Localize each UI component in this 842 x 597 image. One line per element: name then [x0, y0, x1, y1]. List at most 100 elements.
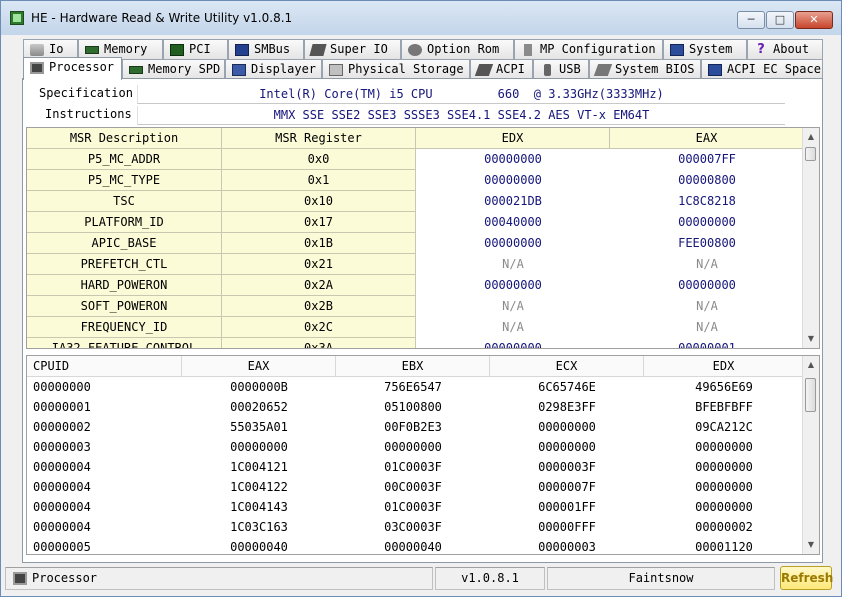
msr-row-description[interactable]: IA32_FEATURE_CONTROL	[27, 338, 222, 348]
msr-cell[interactable]: 1C8C8218	[610, 191, 804, 212]
cpuid-scroll-thumb[interactable]	[805, 378, 816, 412]
cpuid-cell[interactable]: 09CA212C	[644, 417, 804, 437]
msr-cell[interactable]: 000021DB	[416, 191, 610, 212]
msr-row-description[interactable]: SOFT_POWERON	[27, 296, 222, 317]
tab-usb[interactable]: USB	[533, 59, 589, 79]
msr-cell[interactable]: 0x2B	[222, 296, 416, 317]
msr-cell[interactable]: 0x10	[222, 191, 416, 212]
cpuid-cell[interactable]: 0000003F	[490, 457, 644, 477]
tab-displayer[interactable]: Displayer	[225, 59, 322, 79]
refresh-button[interactable]: Refresh	[780, 566, 833, 590]
msr-row-description[interactable]: FREQUENCY_ID	[27, 317, 222, 338]
cpuid-cell[interactable]: 00000000	[644, 497, 804, 517]
cpuid-row-leaf[interactable]: 00000001	[27, 397, 182, 417]
tab-about[interactable]: ? About	[747, 39, 823, 59]
cpuid-row-leaf[interactable]: 00000000	[27, 377, 182, 397]
cpuid-cell[interactable]: 0000000B	[182, 377, 336, 397]
cpuid-row-leaf[interactable]: 00000004	[27, 477, 182, 497]
tab-acpi[interactable]: ACPI	[470, 59, 533, 79]
tab-pci[interactable]: PCI	[163, 39, 228, 59]
cpuid-cell[interactable]: 01C0003F	[336, 497, 490, 517]
msr-row-description[interactable]: TSC	[27, 191, 222, 212]
tab-smbus[interactable]: SMBus	[228, 39, 304, 59]
cpuid-cell[interactable]: 00000000	[490, 437, 644, 457]
close-button[interactable]: ✕	[795, 11, 833, 29]
msr-row-description[interactable]: PREFETCH_CTL	[27, 254, 222, 275]
msr-cell[interactable]: 00000000	[610, 212, 804, 233]
tab-super-io[interactable]: Super IO	[304, 39, 401, 59]
cpuid-table[interactable]: CPUID EAX EBX ECX EDX 00000000 0000000B 75…	[26, 355, 820, 555]
msr-cell[interactable]: 0x17	[222, 212, 416, 233]
tab-acpi-ec-space[interactable]: ACPI EC Space	[701, 59, 823, 79]
msr-cell[interactable]: 0x21	[222, 254, 416, 275]
msr-row-description[interactable]: P5_MC_ADDR	[27, 149, 222, 170]
minimize-button[interactable]: ─	[737, 11, 765, 29]
msr-scrollbar[interactable]: ▲ ▼	[802, 128, 819, 348]
cpuid-cell[interactable]: 00C0003F	[336, 477, 490, 497]
msr-cell[interactable]: 000007FF	[610, 149, 804, 170]
msr-cell[interactable]: 00000800	[610, 170, 804, 191]
scroll-down-icon[interactable]: ▼	[803, 537, 819, 553]
msr-row-description[interactable]: APIC_BASE	[27, 233, 222, 254]
cpuid-cell[interactable]: 00000FFF	[490, 517, 644, 537]
scroll-up-icon[interactable]: ▲	[803, 357, 819, 373]
msr-cell[interactable]: N/A	[610, 254, 804, 275]
scroll-down-icon[interactable]: ▼	[803, 331, 819, 347]
cpuid-row-leaf[interactable]: 00000002	[27, 417, 182, 437]
cpuid-cell[interactable]: 1C004122	[182, 477, 336, 497]
tab-system[interactable]: System	[663, 39, 747, 59]
msr-cell[interactable]: N/A	[416, 317, 610, 338]
msr-cell[interactable]: 00040000	[416, 212, 610, 233]
cpuid-scrollbar[interactable]: ▲ ▼	[802, 356, 819, 554]
msr-cell[interactable]: N/A	[416, 296, 610, 317]
msr-cell[interactable]: N/A	[610, 317, 804, 338]
msr-cell[interactable]: 0x1	[222, 170, 416, 191]
cpuid-cell[interactable]: 00000002	[644, 517, 804, 537]
cpuid-cell[interactable]: 01C0003F	[336, 457, 490, 477]
cpuid-cell[interactable]: 05100800	[336, 397, 490, 417]
tab-memory-spd[interactable]: Memory SPD	[122, 59, 225, 79]
tab-physical-storage[interactable]: Physical Storage	[322, 59, 470, 79]
cpuid-cell[interactable]: 00000000	[644, 457, 804, 477]
msr-cell[interactable]: N/A	[610, 296, 804, 317]
msr-cell[interactable]: 0x2A	[222, 275, 416, 296]
cpuid-cell[interactable]: 00001120	[644, 537, 804, 554]
cpuid-cell[interactable]: 00000000	[644, 437, 804, 457]
tab-option-rom[interactable]: Option Rom	[401, 39, 514, 59]
cpuid-cell[interactable]: 1C004121	[182, 457, 336, 477]
msr-row-description[interactable]: PLATFORM_ID	[27, 212, 222, 233]
cpuid-row-leaf[interactable]: 00000003	[27, 437, 182, 457]
cpuid-cell[interactable]: 00000000	[644, 477, 804, 497]
cpuid-cell[interactable]: 1C004143	[182, 497, 336, 517]
cpuid-cell[interactable]: 00000040	[336, 537, 490, 554]
cpuid-cell[interactable]: BFEBFBFF	[644, 397, 804, 417]
msr-cell[interactable]: 00000000	[416, 338, 610, 348]
cpuid-cell[interactable]: 03C0003F	[336, 517, 490, 537]
msr-cell[interactable]: 0x2C	[222, 317, 416, 338]
cpuid-row-leaf[interactable]: 00000005	[27, 537, 182, 554]
msr-cell[interactable]: 0x3A	[222, 338, 416, 348]
msr-cell[interactable]: 0x0	[222, 149, 416, 170]
tab-io[interactable]: Io	[23, 39, 78, 59]
cpuid-cell[interactable]: 00000000	[336, 437, 490, 457]
scroll-up-icon[interactable]: ▲	[803, 129, 819, 145]
msr-scroll-thumb[interactable]	[805, 147, 816, 161]
msr-cell[interactable]: 00000000	[416, 170, 610, 191]
cpuid-cell[interactable]: 49656E69	[644, 377, 804, 397]
cpuid-row-leaf[interactable]: 00000004	[27, 457, 182, 477]
msr-cell[interactable]: 00000000	[610, 275, 804, 296]
cpuid-cell[interactable]: 756E6547	[336, 377, 490, 397]
cpuid-cell[interactable]: 6C65746E	[490, 377, 644, 397]
tab-processor[interactable]: Processor	[23, 57, 122, 80]
msr-table[interactable]: MSR Description MSR Register EDX EAX P5_…	[26, 127, 820, 349]
maximize-button[interactable]: □	[766, 11, 794, 29]
cpuid-cell[interactable]: 00000003	[490, 537, 644, 554]
msr-cell[interactable]: 00000000	[416, 233, 610, 254]
msr-cell[interactable]: 00000000	[416, 275, 610, 296]
msr-cell[interactable]: 00000001	[610, 338, 804, 348]
cpuid-row-leaf[interactable]: 00000004	[27, 517, 182, 537]
cpuid-cell[interactable]: 00F0B2E3	[336, 417, 490, 437]
cpuid-cell[interactable]: 00000000	[182, 437, 336, 457]
cpuid-cell[interactable]: 0000007F	[490, 477, 644, 497]
cpuid-cell[interactable]: 00000040	[182, 537, 336, 554]
